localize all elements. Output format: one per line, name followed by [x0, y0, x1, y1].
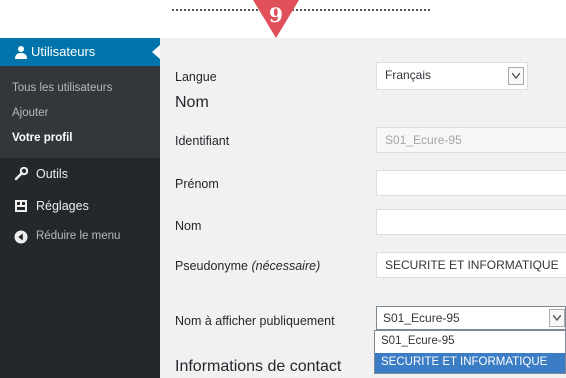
current-menu-caret-icon — [152, 45, 160, 59]
dotted-divider — [172, 9, 430, 11]
submenu-item-your-profile[interactable]: Votre profil — [12, 132, 72, 144]
sidebar-item-tools[interactable]: Outils — [0, 162, 160, 188]
dropdown-arrow-icon — [508, 67, 524, 85]
collapse-icon — [14, 230, 28, 244]
language-label: Langue — [175, 70, 217, 84]
profile-form: Langue Français Nom Identifiant S01_Ecur… — [160, 38, 566, 378]
sidebar-item-label: Réglages — [36, 199, 89, 213]
top-banner: 9 — [0, 0, 566, 38]
last-name-label: Nom — [175, 219, 202, 233]
first-name-field[interactable] — [376, 170, 566, 196]
dropdown-arrow-icon — [549, 309, 565, 327]
required-note: (nécessaire) — [251, 259, 321, 273]
username-field: S01_Ecure-95 — [376, 127, 566, 153]
sidebar-item-label: Outils — [36, 167, 68, 181]
admin-sidebar: Utilisateurs Tous les utilisateurs Ajout… — [0, 38, 160, 378]
language-select-value: Français — [385, 68, 432, 82]
username-label: Identifiant — [175, 134, 230, 148]
first-name-label: Prénom — [175, 177, 219, 191]
user-icon — [15, 46, 27, 59]
nickname-field[interactable]: SECURITE ET INFORMATIQUE — [376, 252, 566, 278]
sidebar-item-collapse-menu[interactable]: Réduire le menu — [0, 225, 160, 251]
submenu-item-all-users[interactable]: Tous les utilisateurs — [12, 82, 112, 94]
last-name-field[interactable] — [376, 209, 566, 235]
sidebar-item-settings[interactable]: Réglages — [0, 194, 160, 220]
nickname-label: Pseudonyme (nécessaire) — [175, 259, 320, 273]
sidebar-item-label: Utilisateurs — [31, 44, 96, 59]
sidebar-item-users[interactable]: Utilisateurs — [0, 38, 160, 66]
users-submenu: Tous les utilisateurs Ajouter Votre prof… — [0, 66, 160, 158]
settings-icon — [15, 200, 27, 212]
display-name-select[interactable]: S01_Ecure-95 — [376, 306, 566, 330]
sidebar-item-label: Réduire le menu — [36, 230, 121, 242]
wrench-icon — [14, 167, 28, 181]
language-select[interactable]: Français — [376, 62, 528, 90]
name-section-heading: Nom — [175, 94, 209, 111]
display-name-label: Nom à afficher publiquement — [175, 314, 335, 328]
dropdown-option[interactable]: S01_Ecure-95 — [375, 332, 565, 352]
display-name-select-value: S01_Ecure-95 — [383, 311, 460, 325]
step-number: 9 — [269, 3, 283, 27]
display-name-dropdown: S01_Ecure-95 SECURITE ET INFORMATIQUE — [374, 330, 566, 374]
contact-section-heading: Informations de contact — [175, 358, 342, 375]
dropdown-option-highlighted[interactable]: SECURITE ET INFORMATIQUE — [375, 353, 565, 373]
nickname-label-text: Pseudonyme — [175, 259, 248, 273]
submenu-item-add[interactable]: Ajouter — [12, 107, 48, 119]
